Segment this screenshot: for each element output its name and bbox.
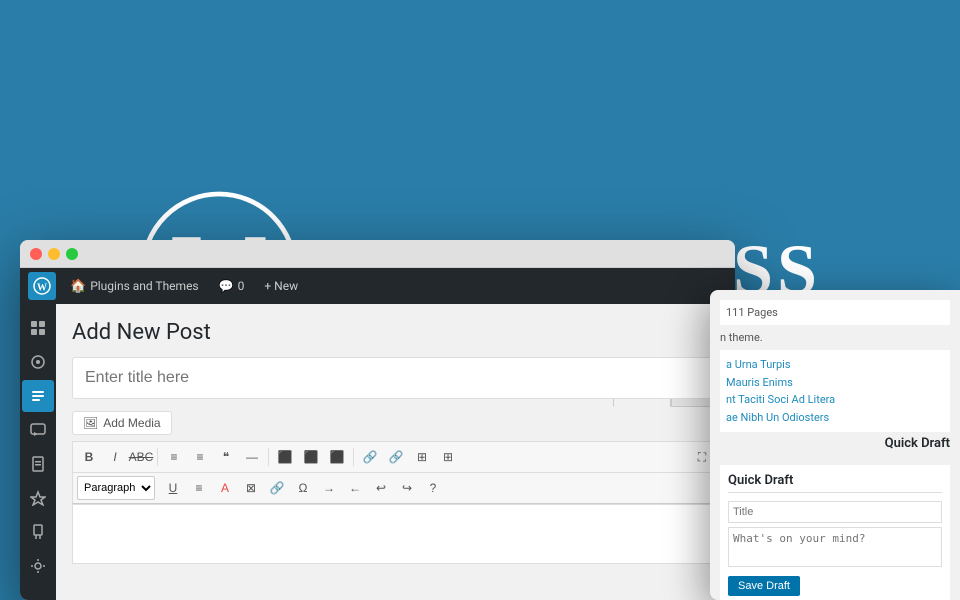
format-select[interactable]: Paragraph: [77, 476, 155, 500]
redo-button[interactable]: ↪: [395, 476, 419, 500]
help-button[interactable]: ?: [421, 476, 445, 500]
editor-toolbar-2: Paragraph U ≡ A ⊠ 🔗 Ω → ← ↩ ↪ ?: [72, 472, 719, 504]
main-window: W 🏠 Plugins and Themes 💬 0 + New: [20, 240, 735, 600]
plus-icon: +: [264, 279, 271, 293]
list-item: nt Taciti Soci Ad Litera: [726, 391, 944, 409]
add-media-button[interactable]: 🖼 Add Media: [72, 411, 172, 435]
editor-content[interactable]: [72, 504, 719, 564]
content-area: Add New Post 🖼 Add Media Visual Text B I…: [20, 304, 735, 600]
list-item: a Urna Turpis: [726, 356, 944, 374]
page-heading: Add New Post: [72, 320, 719, 345]
justify-button[interactable]: ≡: [187, 476, 211, 500]
editor-area: Add New Post 🖼 Add Media Visual Text B I…: [56, 304, 735, 600]
sidebar-item-pages[interactable]: [22, 448, 54, 480]
title-bar: [20, 240, 735, 268]
minimize-dot[interactable]: [48, 248, 60, 260]
svg-text:W: W: [37, 283, 47, 294]
align-left-button[interactable]: ⬛: [273, 445, 297, 469]
bold-button[interactable]: B: [77, 445, 101, 469]
comments-link[interactable]: 💬 0: [213, 275, 251, 297]
strikethrough-button[interactable]: ABC: [129, 445, 153, 469]
sidebar-item-posts[interactable]: [22, 380, 54, 412]
toolbar-divider-3: [353, 448, 354, 466]
sidebar-item-media[interactable]: [22, 346, 54, 378]
quick-draft-header: Quick Draft: [720, 436, 950, 459]
right-panel: 111 Pages n theme. a Urna Turpis Mauris …: [710, 290, 960, 600]
quick-draft-title: Quick Draft: [885, 436, 950, 451]
underline-button[interactable]: U: [161, 476, 185, 500]
list-item: Mauris Enims: [726, 374, 944, 392]
save-draft-button[interactable]: Save Draft: [728, 576, 800, 596]
comments-count: 0: [238, 279, 245, 293]
list-items-area: a Urna Turpis Mauris Enims nt Taciti Soc…: [720, 350, 950, 432]
media-icon: 🖼: [83, 416, 98, 430]
add-media-label: Add Media: [103, 416, 160, 430]
wp-icon: W: [33, 277, 51, 295]
wp-admin-logo[interactable]: W: [28, 272, 56, 300]
blockquote-button[interactable]: ❝: [214, 445, 238, 469]
undo-button[interactable]: ↩: [369, 476, 393, 500]
toolbar-divider-1: [157, 448, 158, 466]
link-button[interactable]: 🔗: [358, 445, 382, 469]
outdent-button[interactable]: ←: [343, 476, 367, 500]
comments-icon: 💬: [219, 279, 234, 293]
ul-button[interactable]: ≡: [162, 445, 186, 469]
sidebar-item-comments[interactable]: [22, 414, 54, 446]
text-color-button[interactable]: A: [213, 476, 237, 500]
ol-button[interactable]: ≡: [188, 445, 212, 469]
draft-content-input[interactable]: [728, 527, 942, 567]
post-title-input[interactable]: [72, 357, 719, 399]
special-chars-button[interactable]: Ω: [291, 476, 315, 500]
hr-button[interactable]: —: [240, 445, 264, 469]
unlink-button[interactable]: 🔗: [384, 445, 408, 469]
align-right-button[interactable]: ⬛: [325, 445, 349, 469]
sidebar-item-plugins[interactable]: [22, 516, 54, 548]
sidebar: [20, 304, 56, 600]
custom-link-button[interactable]: 🔗: [265, 476, 289, 500]
sidebar-item-appearance[interactable]: [22, 482, 54, 514]
maximize-dot[interactable]: [66, 248, 78, 260]
editor-toolbar-1: B I ABC ≡ ≡ ❝ — ⬛ ⬛ ⬛ 🔗 🔗 ⊞ ⊞ ⛶: [72, 441, 719, 472]
sidebar-item-dashboard[interactable]: [22, 312, 54, 344]
list-item: ae Nibh Un Odiosters: [726, 409, 944, 427]
quick-draft-label: Quick Draft: [728, 473, 942, 493]
close-dot[interactable]: [30, 248, 42, 260]
admin-bar: W 🏠 Plugins and Themes 💬 0 + New: [20, 268, 735, 304]
toolbar-divider-2: [268, 448, 269, 466]
new-button[interactable]: + New: [258, 275, 304, 297]
right-panel-content: 111 Pages n theme. a Urna Turpis Mauris …: [710, 290, 960, 600]
italic-button[interactable]: I: [103, 445, 127, 469]
home-icon: 🏠: [70, 279, 86, 294]
insert-more-button[interactable]: ⊞: [410, 445, 434, 469]
sidebar-item-settings[interactable]: [22, 550, 54, 582]
new-label: New: [274, 279, 298, 293]
pages-note: n theme.: [720, 331, 950, 344]
spellcheck-button[interactable]: ⊞: [436, 445, 460, 469]
pages-count-area: 111 Pages: [720, 300, 950, 325]
home-link[interactable]: 🏠 Plugins and Themes: [64, 275, 205, 298]
pages-count-text: 111 Pages: [726, 306, 778, 319]
indent-button[interactable]: →: [317, 476, 341, 500]
draft-title-input[interactable]: [728, 501, 942, 523]
align-center-button[interactable]: ⬛: [299, 445, 323, 469]
site-title: Plugins and Themes: [90, 279, 198, 293]
quick-draft-section: Quick Draft Save Draft: [720, 465, 950, 600]
paste-text-button[interactable]: ⊠: [239, 476, 263, 500]
